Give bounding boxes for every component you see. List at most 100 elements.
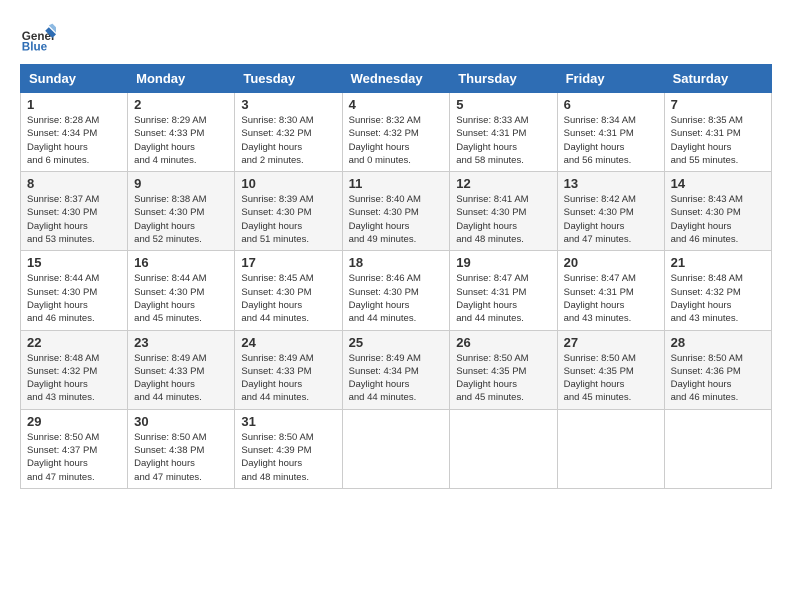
sunset-label: Sunset: 4:31 PM	[671, 128, 741, 139]
daylight-duration: and 47 minutes.	[134, 472, 202, 483]
sunset-label: Sunset: 4:32 PM	[241, 128, 311, 139]
daylight-label: Daylight hours	[564, 379, 625, 390]
daylight-duration: and 4 minutes.	[134, 155, 196, 166]
daylight-duration: and 2 minutes.	[241, 155, 303, 166]
day-info: Sunrise: 8:37 AM Sunset: 4:30 PM Dayligh…	[27, 193, 121, 246]
day-number: 4	[349, 97, 444, 112]
calendar-cell: 19 Sunrise: 8:47 AM Sunset: 4:31 PM Dayl…	[450, 251, 557, 330]
sunrise-label: Sunrise: 8:35 AM	[671, 115, 743, 126]
daylight-duration: and 0 minutes.	[349, 155, 411, 166]
sunset-label: Sunset: 4:31 PM	[456, 128, 526, 139]
sunset-label: Sunset: 4:36 PM	[671, 366, 741, 377]
day-number: 20	[564, 255, 658, 270]
daylight-duration: and 43 minutes.	[564, 313, 632, 324]
day-info: Sunrise: 8:48 AM Sunset: 4:32 PM Dayligh…	[27, 352, 121, 405]
sunrise-label: Sunrise: 8:47 AM	[564, 273, 636, 284]
daylight-duration: and 48 minutes.	[241, 472, 309, 483]
sunset-label: Sunset: 4:30 PM	[349, 207, 419, 218]
day-number: 3	[241, 97, 335, 112]
weekday-header-saturday: Saturday	[664, 65, 771, 93]
sunrise-label: Sunrise: 8:50 AM	[241, 432, 313, 443]
calendar-cell: 18 Sunrise: 8:46 AM Sunset: 4:30 PM Dayl…	[342, 251, 450, 330]
daylight-duration: and 51 minutes.	[241, 234, 309, 245]
daylight-duration: and 45 minutes.	[456, 392, 524, 403]
daylight-duration: and 55 minutes.	[671, 155, 739, 166]
day-number: 2	[134, 97, 228, 112]
calendar-cell: 15 Sunrise: 8:44 AM Sunset: 4:30 PM Dayl…	[21, 251, 128, 330]
daylight-duration: and 6 minutes.	[27, 155, 89, 166]
sunrise-label: Sunrise: 8:47 AM	[456, 273, 528, 284]
sunset-label: Sunset: 4:32 PM	[349, 128, 419, 139]
day-info: Sunrise: 8:50 AM Sunset: 4:38 PM Dayligh…	[134, 431, 228, 484]
sunrise-label: Sunrise: 8:34 AM	[564, 115, 636, 126]
sunset-label: Sunset: 4:30 PM	[241, 207, 311, 218]
calendar-cell: 25 Sunrise: 8:49 AM Sunset: 4:34 PM Dayl…	[342, 330, 450, 409]
sunrise-label: Sunrise: 8:33 AM	[456, 115, 528, 126]
calendar-cell: 17 Sunrise: 8:45 AM Sunset: 4:30 PM Dayl…	[235, 251, 342, 330]
sunrise-label: Sunrise: 8:41 AM	[456, 194, 528, 205]
day-number: 29	[27, 414, 121, 429]
calendar-cell: 31 Sunrise: 8:50 AM Sunset: 4:39 PM Dayl…	[235, 409, 342, 488]
daylight-duration: and 44 minutes.	[456, 313, 524, 324]
daylight-label: Daylight hours	[671, 379, 732, 390]
daylight-label: Daylight hours	[456, 221, 517, 232]
daylight-label: Daylight hours	[27, 300, 88, 311]
daylight-label: Daylight hours	[671, 221, 732, 232]
daylight-duration: and 48 minutes.	[456, 234, 524, 245]
calendar-cell: 20 Sunrise: 8:47 AM Sunset: 4:31 PM Dayl…	[557, 251, 664, 330]
daylight-label: Daylight hours	[564, 300, 625, 311]
day-info: Sunrise: 8:50 AM Sunset: 4:36 PM Dayligh…	[671, 352, 765, 405]
daylight-duration: and 49 minutes.	[349, 234, 417, 245]
daylight-label: Daylight hours	[27, 221, 88, 232]
daylight-label: Daylight hours	[456, 142, 517, 153]
daylight-label: Daylight hours	[456, 379, 517, 390]
calendar-cell: 5 Sunrise: 8:33 AM Sunset: 4:31 PM Dayli…	[450, 93, 557, 172]
calendar-cell: 24 Sunrise: 8:49 AM Sunset: 4:33 PM Dayl…	[235, 330, 342, 409]
daylight-label: Daylight hours	[564, 221, 625, 232]
sunset-label: Sunset: 4:37 PM	[27, 445, 97, 456]
daylight-label: Daylight hours	[241, 142, 302, 153]
day-info: Sunrise: 8:50 AM Sunset: 4:37 PM Dayligh…	[27, 431, 121, 484]
day-number: 31	[241, 414, 335, 429]
sunset-label: Sunset: 4:31 PM	[564, 128, 634, 139]
calendar-cell	[342, 409, 450, 488]
sunset-label: Sunset: 4:30 PM	[564, 207, 634, 218]
day-number: 22	[27, 335, 121, 350]
daylight-label: Daylight hours	[134, 458, 195, 469]
day-number: 12	[456, 176, 550, 191]
daylight-duration: and 56 minutes.	[564, 155, 632, 166]
weekday-header-tuesday: Tuesday	[235, 65, 342, 93]
day-number: 9	[134, 176, 228, 191]
daylight-label: Daylight hours	[349, 300, 410, 311]
logo-icon: General Blue	[20, 20, 56, 56]
calendar-cell: 7 Sunrise: 8:35 AM Sunset: 4:31 PM Dayli…	[664, 93, 771, 172]
day-info: Sunrise: 8:29 AM Sunset: 4:33 PM Dayligh…	[134, 114, 228, 167]
page-header: General Blue	[20, 20, 772, 56]
daylight-duration: and 46 minutes.	[27, 313, 95, 324]
day-info: Sunrise: 8:39 AM Sunset: 4:30 PM Dayligh…	[241, 193, 335, 246]
calendar-cell	[664, 409, 771, 488]
calendar-cell: 13 Sunrise: 8:42 AM Sunset: 4:30 PM Dayl…	[557, 172, 664, 251]
calendar-cell: 3 Sunrise: 8:30 AM Sunset: 4:32 PM Dayli…	[235, 93, 342, 172]
daylight-label: Daylight hours	[241, 221, 302, 232]
sunrise-label: Sunrise: 8:44 AM	[134, 273, 206, 284]
sunset-label: Sunset: 4:35 PM	[456, 366, 526, 377]
calendar-cell: 11 Sunrise: 8:40 AM Sunset: 4:30 PM Dayl…	[342, 172, 450, 251]
weekday-header-thursday: Thursday	[450, 65, 557, 93]
daylight-label: Daylight hours	[134, 142, 195, 153]
day-number: 10	[241, 176, 335, 191]
sunset-label: Sunset: 4:38 PM	[134, 445, 204, 456]
day-number: 16	[134, 255, 228, 270]
daylight-label: Daylight hours	[27, 379, 88, 390]
sunset-label: Sunset: 4:33 PM	[134, 128, 204, 139]
daylight-duration: and 43 minutes.	[671, 313, 739, 324]
sunset-label: Sunset: 4:34 PM	[27, 128, 97, 139]
calendar-week-4: 22 Sunrise: 8:48 AM Sunset: 4:32 PM Dayl…	[21, 330, 772, 409]
day-info: Sunrise: 8:40 AM Sunset: 4:30 PM Dayligh…	[349, 193, 444, 246]
day-number: 30	[134, 414, 228, 429]
daylight-duration: and 43 minutes.	[27, 392, 95, 403]
calendar-cell: 8 Sunrise: 8:37 AM Sunset: 4:30 PM Dayli…	[21, 172, 128, 251]
calendar-cell	[557, 409, 664, 488]
sunrise-label: Sunrise: 8:49 AM	[241, 353, 313, 364]
daylight-duration: and 44 minutes.	[349, 392, 417, 403]
